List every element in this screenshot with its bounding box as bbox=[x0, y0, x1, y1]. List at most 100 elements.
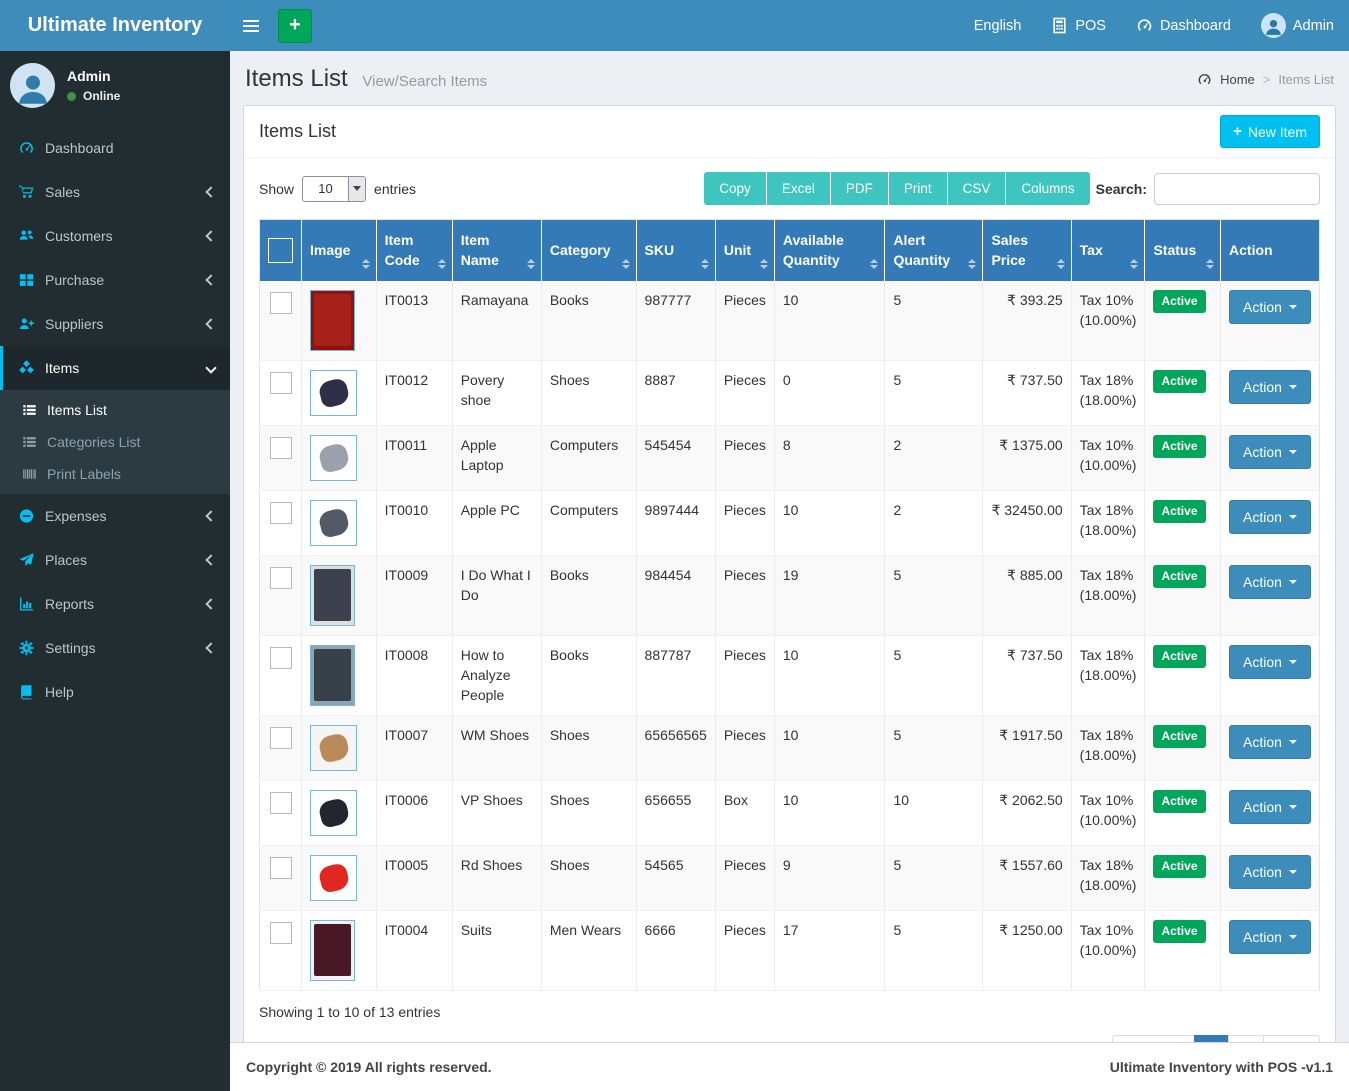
sidebar-item-suppliers[interactable]: Suppliers bbox=[0, 302, 230, 346]
column-header-available-quantity[interactable]: Available Quantity bbox=[774, 220, 885, 281]
row-checkbox[interactable] bbox=[270, 372, 292, 394]
pagination-previous[interactable]: Previous bbox=[1112, 1035, 1194, 1042]
sidebar-item-places[interactable]: Places bbox=[0, 538, 230, 582]
action-dropdown-button[interactable]: Action bbox=[1229, 725, 1311, 759]
action-dropdown-button[interactable]: Action bbox=[1229, 790, 1311, 824]
sidebar-item-help[interactable]: Help bbox=[0, 670, 230, 714]
womens-heels[interactable] bbox=[310, 725, 357, 771]
nav-pos[interactable]: POS bbox=[1036, 0, 1121, 51]
sort-icon[interactable] bbox=[870, 259, 878, 269]
column-header-alert-quantity[interactable]: Alert Quantity bbox=[885, 220, 983, 281]
sidebar-item-expenses[interactable]: Expenses bbox=[0, 494, 230, 538]
apple-imac[interactable] bbox=[310, 500, 357, 546]
pagination-page-2[interactable]: 2 bbox=[1228, 1035, 1264, 1042]
sidebar-item-purchase[interactable]: Purchase bbox=[0, 258, 230, 302]
how-to-analyze-people-book-cover[interactable] bbox=[310, 645, 355, 706]
action-dropdown-button[interactable]: Action bbox=[1229, 500, 1311, 534]
action-dropdown-button[interactable]: Action bbox=[1229, 645, 1311, 679]
new-item-label: New Item bbox=[1248, 124, 1307, 140]
nav-language[interactable]: English bbox=[959, 0, 1037, 51]
sidebar-item-dashboard[interactable]: Dashboard bbox=[0, 126, 230, 170]
select-all-checkbox[interactable] bbox=[268, 238, 293, 263]
search-input[interactable] bbox=[1154, 173, 1320, 205]
sidebar-subitem-print-labels[interactable]: Print Labels bbox=[0, 458, 230, 490]
apple-laptop[interactable] bbox=[310, 435, 357, 481]
row-checkbox[interactable] bbox=[270, 922, 292, 944]
brand-logo[interactable]: Ultimate Inventory bbox=[0, 0, 230, 51]
nav-dashboard-label: Dashboard bbox=[1160, 18, 1231, 34]
sort-icon[interactable] bbox=[1206, 259, 1214, 269]
row-checkbox[interactable] bbox=[270, 727, 292, 749]
breadcrumb-home[interactable]: Home bbox=[1220, 72, 1255, 87]
export-pdf-button[interactable]: PDF bbox=[831, 172, 889, 205]
row-checkbox[interactable] bbox=[270, 792, 292, 814]
caret-down-icon bbox=[1289, 870, 1297, 874]
category-cell: Shoes bbox=[541, 360, 636, 425]
sort-icon[interactable] bbox=[1057, 259, 1065, 269]
action-dropdown-button[interactable]: Action bbox=[1229, 855, 1311, 889]
sort-icon[interactable] bbox=[622, 259, 630, 269]
row-checkbox[interactable] bbox=[270, 647, 292, 669]
quick-add-button[interactable]: + bbox=[278, 9, 312, 43]
column-header-sales-price[interactable]: Sales Price bbox=[983, 220, 1071, 281]
sidebar-item-label: Sales bbox=[45, 184, 80, 200]
page-length-select[interactable]: 10 bbox=[302, 176, 366, 202]
i-do-what-i-do-book-cover[interactable] bbox=[310, 565, 355, 626]
maroon-suit[interactable] bbox=[310, 920, 355, 981]
sort-icon[interactable] bbox=[701, 259, 709, 269]
row-checkbox[interactable] bbox=[270, 437, 292, 459]
action-dropdown-button[interactable]: Action bbox=[1229, 290, 1311, 324]
ramayana-book-cover[interactable] bbox=[310, 290, 355, 351]
sidebar-subitem-categories-list[interactable]: Categories List bbox=[0, 426, 230, 458]
action-dropdown-button[interactable]: Action bbox=[1229, 435, 1311, 469]
nav-dashboard[interactable]: Dashboard bbox=[1121, 0, 1246, 51]
nav-user-menu[interactable]: Admin bbox=[1246, 0, 1349, 51]
row-checkbox[interactable] bbox=[270, 502, 292, 524]
red-sneaker[interactable] bbox=[310, 855, 357, 901]
pagination-next[interactable]: Next bbox=[1263, 1035, 1320, 1042]
sort-icon[interactable] bbox=[438, 259, 446, 269]
sort-icon[interactable] bbox=[527, 259, 535, 269]
black-sneaker[interactable] bbox=[310, 790, 357, 836]
action-dropdown-button[interactable]: Action bbox=[1229, 565, 1311, 599]
sort-icon[interactable] bbox=[362, 259, 370, 269]
sidebar-subitem-items-list[interactable]: Items List bbox=[0, 394, 230, 426]
row-checkbox[interactable] bbox=[270, 292, 292, 314]
export-copy-button[interactable]: Copy bbox=[704, 172, 767, 205]
sort-icon[interactable] bbox=[760, 259, 768, 269]
sort-icon[interactable] bbox=[968, 259, 976, 269]
column-header-item-name[interactable]: Item Name bbox=[452, 220, 541, 281]
column-header-sku[interactable]: SKU bbox=[636, 220, 715, 281]
column-header-unit[interactable]: Unit bbox=[715, 220, 774, 281]
sidebar-item-settings[interactable]: Settings bbox=[0, 626, 230, 670]
row-checkbox[interactable] bbox=[270, 857, 292, 879]
row-checkbox[interactable] bbox=[270, 567, 292, 589]
sidebar-item-reports[interactable]: Reports bbox=[0, 582, 230, 626]
export-print-button[interactable]: Print bbox=[889, 172, 948, 205]
new-item-button[interactable]: + New Item bbox=[1220, 115, 1320, 148]
sidebar-item-items[interactable]: Items bbox=[0, 346, 230, 390]
sidebar-subitem-label: Categories List bbox=[47, 434, 140, 450]
export-columns-button[interactable]: Columns bbox=[1006, 172, 1089, 205]
table-header-row: ImageItem CodeItem NameCategorySKUUnitAv… bbox=[260, 220, 1320, 281]
item-name-cell: Rd Shoes bbox=[452, 845, 541, 910]
action-dropdown-button[interactable]: Action bbox=[1229, 370, 1311, 404]
export-csv-button[interactable]: CSV bbox=[948, 172, 1007, 205]
chevron-left-icon bbox=[205, 186, 216, 197]
sidebar-user-status[interactable]: Online bbox=[67, 89, 120, 103]
pagination-page-1[interactable]: 1 bbox=[1194, 1035, 1230, 1042]
action-dropdown-button[interactable]: Action bbox=[1229, 920, 1311, 954]
column-header-category[interactable]: Category bbox=[541, 220, 636, 281]
column-header-image[interactable]: Image bbox=[302, 220, 377, 281]
column-header-item-code[interactable]: Item Code bbox=[376, 220, 452, 281]
sidebar-item-sales[interactable]: Sales bbox=[0, 170, 230, 214]
export-excel-button[interactable]: Excel bbox=[767, 172, 831, 205]
item-code-cell: IT0012 bbox=[376, 360, 452, 425]
sidebar-toggle-button[interactable] bbox=[230, 0, 272, 51]
column-header-tax[interactable]: Tax bbox=[1071, 220, 1145, 281]
alert-quantity-cell: 5 bbox=[885, 715, 983, 780]
sort-icon[interactable] bbox=[1130, 259, 1138, 269]
column-header-status[interactable]: Status bbox=[1145, 220, 1221, 281]
black-formal-shoes[interactable] bbox=[310, 370, 357, 416]
sidebar-item-customers[interactable]: Customers bbox=[0, 214, 230, 258]
